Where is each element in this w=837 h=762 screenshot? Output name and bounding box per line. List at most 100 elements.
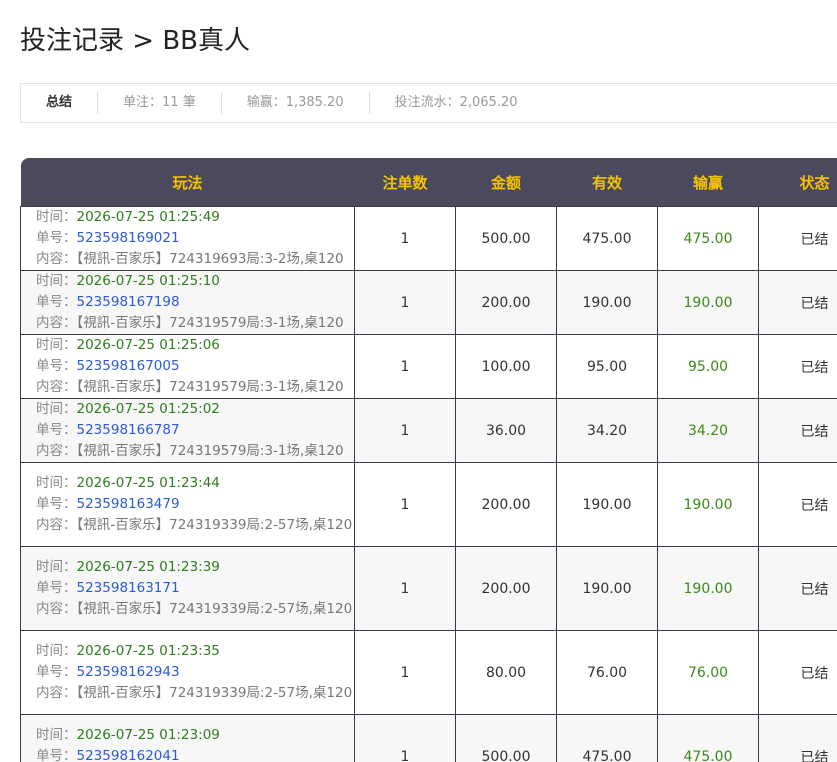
time-label: 时间： [36, 643, 77, 659]
content-label: 内容： [36, 601, 77, 617]
table-row: 时间：2026-07-25 01:25:10 单号：523598167198 内容：… [20, 270, 837, 335]
order-label: 单号： [36, 496, 77, 512]
bet-content: 【視訊-百家乐】724319579局:3-1场,桌120 [76, 379, 344, 395]
bet-time-line: 时间：2026-07-25 01:23:09 [36, 725, 354, 746]
bet-count-cell: 1 [354, 206, 456, 271]
status-cell: 已结 [758, 398, 837, 463]
bet-count-cell: 1 [354, 546, 456, 631]
bet-order-line: 单号：523598162041 [36, 746, 354, 762]
summary-bet-count: 单注：11 筆 [98, 92, 222, 114]
content-label: 内容： [36, 251, 77, 267]
bet-content-line: 内容：【視訊-百家乐】724319693局:3-2场,桌120 [36, 249, 354, 270]
status-cell: 已结 [758, 334, 837, 399]
bet-info-cell: 时间：2026-07-25 01:25:02 单号：523598166787 内容：… [20, 398, 355, 463]
content-label: 内容： [36, 517, 77, 533]
bet-order-line: 单号：523598167005 [36, 356, 354, 377]
bet-order-link[interactable]: 523598162943 [77, 664, 180, 680]
status-cell: 已结 [758, 206, 837, 271]
valid-cell: 475.00 [556, 714, 658, 762]
bet-content: 【視訊-百家乐】724319339局:2-57场,桌120 [76, 517, 353, 533]
bet-order-link[interactable]: 523598163479 [77, 496, 180, 512]
time-label: 时间： [36, 559, 77, 575]
header-play: 玩法 [20, 158, 355, 207]
bet-order-line: 单号：523598163171 [36, 578, 354, 599]
bet-time-line: 时间：2026-07-25 01:25:02 [36, 399, 354, 420]
bet-count-cell: 1 [354, 630, 456, 715]
bet-time-line: 时间：2026-07-25 01:23:44 [36, 473, 354, 494]
bet-content-line: 内容：【視訊-百家乐】724319339局:2-57场,桌120 [36, 515, 354, 536]
winloss-cell: 190.00 [657, 270, 759, 335]
bet-order-link[interactable]: 523598162041 [77, 748, 180, 762]
bet-order-line: 单号：523598162943 [36, 662, 354, 683]
status-cell: 已结 [758, 714, 837, 762]
order-label: 单号： [36, 748, 77, 762]
order-label: 单号： [36, 294, 77, 310]
table-row: 时间：2026-07-25 01:23:44 单号：523598163479 内容：… [20, 462, 837, 547]
winloss-cell: 190.00 [657, 546, 759, 631]
bet-order-link[interactable]: 523598166787 [77, 422, 180, 438]
valid-cell: 95.00 [556, 334, 658, 399]
bet-content: 【視訊-百家乐】724319579局:3-1场,桌120 [76, 443, 344, 459]
table-header-row: 玩法 注单数 金额 有效 输赢 状态 [20, 158, 837, 207]
winloss-cell: 34.20 [657, 398, 759, 463]
bet-info-cell: 时间：2026-07-25 01:23:09单号：523598162041内容：… [20, 714, 355, 762]
bet-info-cell: 时间：2026-07-25 01:23:44 单号：523598163479 内容：… [20, 462, 355, 547]
bet-content: 【視訊-百家乐】724319693局:3-2场,桌120 [76, 251, 344, 267]
summary-turnover: 投注流水：2,065.20 [394, 95, 518, 110]
bet-content-line: 内容：【視訊-百家乐】724319339局:2-57场,桌120 [36, 683, 354, 704]
bet-content-line: 内容：【視訊-百家乐】724319579局:3-1场,桌120 [36, 441, 354, 462]
amount-cell: 200.00 [455, 270, 557, 335]
bet-time: 2026-07-25 01:25:10 [76, 273, 220, 289]
bet-order-line: 单号：523598169021 [36, 228, 354, 249]
summary-winloss: 输赢：1,385.20 [222, 92, 370, 114]
table-body: 时间：2026-07-25 01:25:49 单号：523598169021 内容：… [20, 206, 837, 762]
time-label: 时间： [36, 273, 77, 289]
bet-time: 2026-07-25 01:23:35 [76, 643, 220, 659]
table-row: 时间：2026-07-25 01:23:35 单号：523598162943 内容：… [20, 630, 837, 715]
bet-time: 2026-07-25 01:23:09 [76, 727, 220, 743]
bet-order-link[interactable]: 523598169021 [77, 230, 180, 246]
content-label: 内容： [36, 379, 77, 395]
header-bet-count: 注单数 [354, 158, 456, 207]
page-title: 投注记录 > BB真人 [20, 26, 250, 56]
bet-order-link[interactable]: 523598163171 [77, 580, 180, 596]
winloss-cell: 190.00 [657, 462, 759, 547]
winloss-cell: 475.00 [657, 206, 759, 271]
time-label: 时间： [36, 401, 77, 417]
bet-time-line: 时间：2026-07-25 01:25:10 [36, 271, 354, 292]
order-label: 单号： [36, 422, 77, 438]
bet-order-link[interactable]: 523598167198 [77, 294, 180, 310]
order-label: 单号： [36, 664, 77, 680]
time-label: 时间： [36, 727, 77, 743]
bet-info-cell: 时间：2026-07-25 01:25:10 单号：523598167198 内容：… [20, 270, 355, 335]
status-cell: 已结 [758, 462, 837, 547]
bet-record-table: 玩法 注单数 金额 有效 输赢 状态 时间： 2026-07-25 01:25:4… [20, 158, 837, 762]
summary-total-label: 总结 [21, 92, 99, 114]
bet-content: 【視訊-百家乐】724319339局:2-57场,桌120 [76, 685, 353, 701]
amount-cell: 100.00 [455, 334, 557, 399]
table-row: 时间：2026-07-25 01:25:49 单号：523598169021 内容：… [20, 206, 837, 271]
bet-info-cell: 时间：2026-07-25 01:25:49 单号：523598169021 内容：… [20, 206, 355, 271]
bet-content-line: 内容：【視訊-百家乐】724319579局:3-1场,桌120 [36, 377, 354, 398]
order-label: 单号： [36, 230, 77, 246]
valid-cell: 190.00 [556, 546, 658, 631]
bet-count-cell: 1 [354, 398, 456, 463]
bet-count-cell: 1 [354, 714, 456, 762]
bet-count-cell: 1 [354, 462, 456, 547]
bet-time-line: 时间：2026-07-25 01:23:39 [36, 557, 354, 578]
bet-order-line: 单号：523598167198 [36, 292, 354, 313]
bet-record-table-wrapper[interactable]: 玩法 注单数 金额 有效 输赢 状态 时间： 2026-07-25 01:25:4… [20, 158, 837, 762]
bet-content-line: 内容：【視訊-百家乐】724319579局:3-1场,桌120 [36, 313, 354, 334]
valid-cell: 34.20 [556, 398, 658, 463]
bet-order-line: 单号：523598166787 [36, 420, 354, 441]
bet-count-cell: 1 [354, 270, 456, 335]
bet-content-line: 内容：【視訊-百家乐】724319339局:2-57场,桌120 [36, 599, 354, 620]
summary-bar: 总结 单注：11 筆 输赢：1,385.20 投注流水：2,065.20 [20, 83, 837, 123]
bet-time: 2026-07-25 01:23:44 [76, 475, 220, 491]
winloss-cell: 95.00 [657, 334, 759, 399]
status-cell: 已结 [758, 630, 837, 715]
winloss-cell: 475.00 [657, 714, 759, 762]
bet-time: 2026-07-25 01:25:49 [76, 209, 220, 225]
bet-time-line: 时间：2026-07-25 01:25:06 [36, 335, 354, 356]
bet-order-link[interactable]: 523598167005 [77, 358, 180, 374]
